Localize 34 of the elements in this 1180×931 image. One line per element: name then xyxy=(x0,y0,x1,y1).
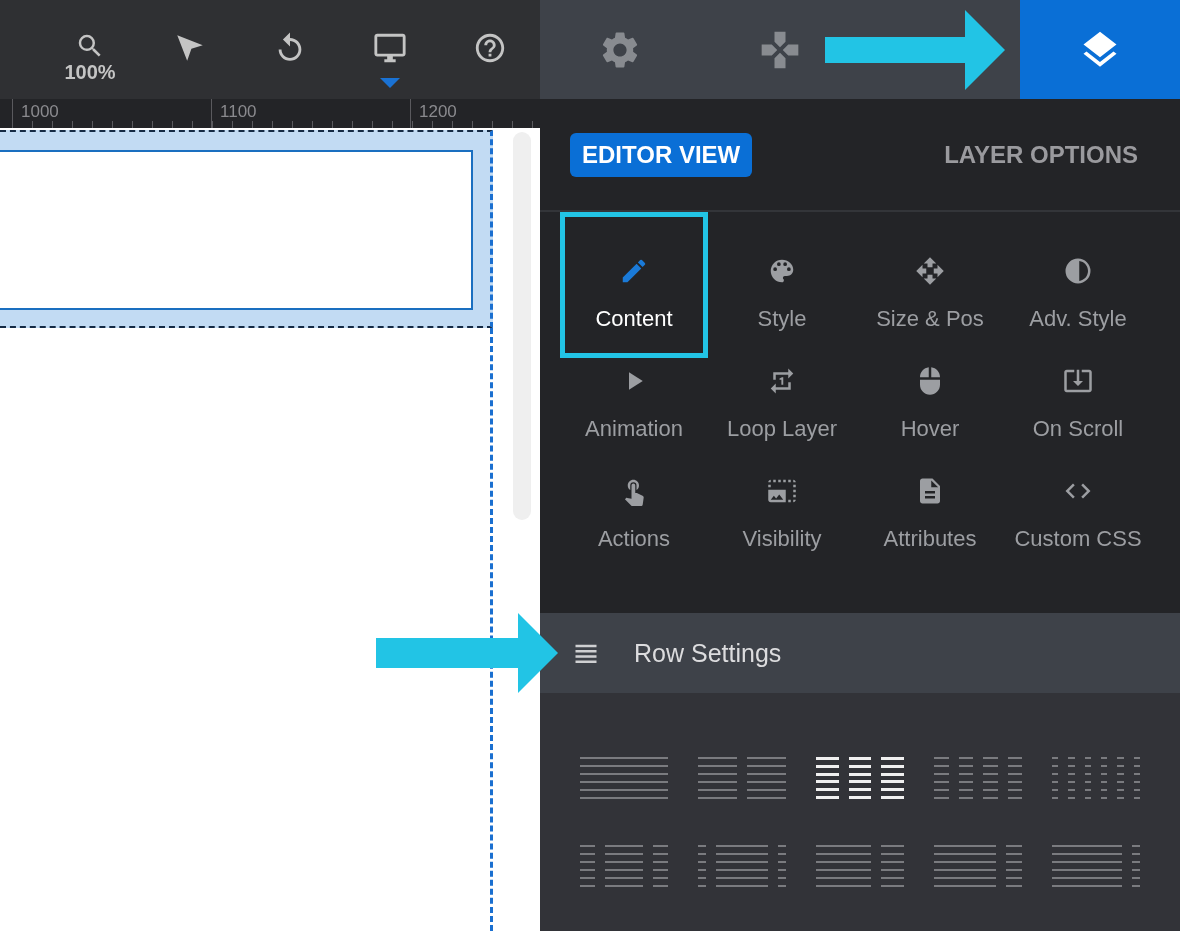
section-title: Row Settings xyxy=(634,638,782,668)
search-button[interactable]: 100% xyxy=(40,0,140,99)
tool-label: Size & Pos xyxy=(876,306,984,332)
section-header[interactable]: Row Settings xyxy=(540,613,1180,693)
tool-item[interactable]: Size & Pos xyxy=(856,212,1004,358)
layers-tab[interactable] xyxy=(1020,0,1180,99)
tool-label: Visibility xyxy=(742,526,822,552)
tool-item[interactable]: Custom CSS xyxy=(1004,468,1152,578)
tool-label: Adv. Style xyxy=(1029,306,1127,332)
tool-item[interactable]: Hover xyxy=(856,358,1004,468)
tool-label: Attributes xyxy=(883,526,977,552)
tool-label: Style xyxy=(757,306,807,332)
tool-label: Loop Layer xyxy=(726,416,838,442)
tool-label: On Scroll xyxy=(1032,416,1124,442)
tool-label: Actions xyxy=(597,526,671,552)
tool-item[interactable]: Visibility xyxy=(708,468,856,578)
tool-label: Animation xyxy=(585,416,683,442)
tool-item[interactable]: Style xyxy=(708,212,856,358)
tool-item[interactable]: Loop Layer xyxy=(708,358,856,468)
tool-item[interactable]: Adv. Style xyxy=(1004,212,1152,358)
tool-label: Hover xyxy=(900,416,960,442)
move-icon xyxy=(915,256,945,286)
tool-label: Content xyxy=(595,306,673,332)
tool-item[interactable]: Actions xyxy=(560,468,708,578)
tool-label: Custom CSS xyxy=(1014,526,1142,552)
tool-item[interactable]: Animation xyxy=(560,358,708,468)
view-tab[interactable]: LAYER OPTIONS xyxy=(932,132,1150,177)
selected-layer[interactable] xyxy=(0,130,493,328)
layout-preset[interactable] xyxy=(816,757,904,799)
tool-item[interactable]: On Scroll xyxy=(1004,358,1152,468)
tool-item[interactable]: Attributes xyxy=(856,468,1004,578)
view-tab[interactable]: EDITOR VIEW xyxy=(570,132,753,177)
tool-item[interactable]: Content xyxy=(560,212,708,358)
contrast-icon xyxy=(1063,256,1093,286)
